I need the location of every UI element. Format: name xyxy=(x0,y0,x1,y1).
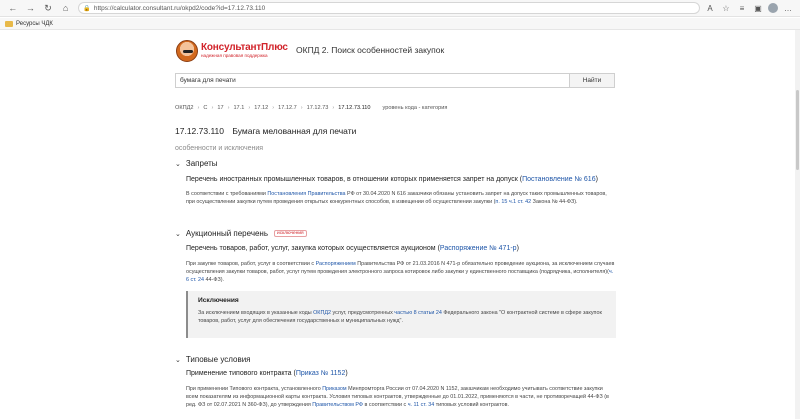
part-8-article-24-link[interactable]: частью 8 статьи 24 xyxy=(394,310,442,316)
code-number: 17.12.73.110 xyxy=(175,126,224,136)
bans-subtitle: Перечень иностранных промышленных товаро… xyxy=(186,176,598,183)
features-heading: особенности и исключения xyxy=(175,145,264,152)
code-heading: 17.12.73.110 Бумага мелованная для печат… xyxy=(175,126,356,136)
lock-icon: 🔒 xyxy=(83,5,91,12)
auction-subtitle: Перечень товаров, работ, услуг, закупка … xyxy=(186,245,519,252)
more-icon[interactable]: … xyxy=(782,2,794,14)
article-42-link[interactable]: п. 15 ч.1 ст. 42 xyxy=(495,199,531,205)
url-text: https://calculator.consultant.ru/okpd2/c… xyxy=(93,4,266,12)
home-icon[interactable]: ⌂ xyxy=(59,1,73,15)
breadcrumb-level: уровень кода - категория xyxy=(382,105,448,111)
profile-avatar[interactable] xyxy=(768,3,778,13)
exceptions-tag: исключения xyxy=(274,230,307,237)
breadcrumb-item[interactable]: 17.12 xyxy=(254,105,268,111)
article-34-link[interactable]: ч. 11 ст. 34 xyxy=(408,402,434,408)
chevron-down-icon: ⌄ xyxy=(175,356,181,364)
government-link[interactable]: Правительством РФ xyxy=(312,402,363,408)
standard-subtitle: Применение типового контракта (Приказ № … xyxy=(186,370,348,377)
bookmarks-bar: Ресурсы ЧДК xyxy=(0,18,800,30)
breadcrumb: ОКПД2 › C › 17 › 17.1 › 17.12 › 17.12.7 › 17.1… xyxy=(175,105,448,111)
page-scrollbar[interactable] xyxy=(795,30,800,419)
breadcrumb-item[interactable]: 17.12.7 xyxy=(278,105,297,111)
breadcrumb-item[interactable]: ОКПД2 xyxy=(175,105,194,111)
section-title: Типовые условия xyxy=(185,355,251,364)
section-title: Аукционный перечень xyxy=(185,229,269,238)
order-471-link[interactable]: Распоряжение № 471-р xyxy=(440,245,517,252)
government-decree-link[interactable]: Постановления Правительства xyxy=(267,191,345,197)
favorite-icon[interactable]: ☆ xyxy=(720,2,732,14)
favorites-list-icon[interactable]: ≡ xyxy=(736,2,748,14)
search-input[interactable] xyxy=(175,73,569,88)
chevron-down-icon: ⌄ xyxy=(175,160,181,168)
auction-paragraph: При закупке товаров, работ, услуг в соот… xyxy=(186,261,615,283)
bans-paragraph: В соответствии с требованиями Постановле… xyxy=(186,191,607,205)
back-icon[interactable]: ← xyxy=(6,1,20,15)
breadcrumb-current: 17.12.73.110 xyxy=(338,105,371,111)
reload-icon[interactable]: ↻ xyxy=(41,1,55,15)
browser-toolbar: ← → ↻ ⌂ 🔒 https://calculator.consultant.… xyxy=(0,0,800,17)
collections-icon[interactable]: ▣ xyxy=(752,2,764,14)
order-1152-link[interactable]: Приказ № 1152 xyxy=(296,370,346,377)
breadcrumb-item[interactable]: 17.1 xyxy=(233,105,244,111)
folder-icon xyxy=(5,20,13,27)
exceptions-text: За исключением входящих в указанные коды… xyxy=(198,310,602,324)
logo-mascot-icon xyxy=(176,40,198,62)
okpd2-link[interactable]: ОКПД2 xyxy=(313,310,331,316)
bookmark-folder[interactable]: Ресурсы ЧДК xyxy=(16,21,53,27)
consultant-logo[interactable]: КонсультантПлюс надежная правовая поддер… xyxy=(176,40,288,62)
standard-paragraph: При применении Типового контракта, устан… xyxy=(186,386,609,408)
code-name: Бумага мелованная для печати xyxy=(232,126,357,136)
section-title: Запреты xyxy=(185,159,218,168)
section-standard-header[interactable]: ⌄ Типовые условия xyxy=(175,355,251,364)
section-bans-header[interactable]: ⌄ Запреты xyxy=(175,159,218,168)
read-aloud-icon[interactable]: A xyxy=(704,2,716,14)
page-title: ОКПД 2. Поиск особенностей закупок xyxy=(296,45,445,55)
section-auction-header[interactable]: ⌄ Аукционный перечень исключения xyxy=(175,229,307,238)
breadcrumb-item[interactable]: 17 xyxy=(217,105,223,111)
forward-icon[interactable]: → xyxy=(24,1,38,15)
search-button[interactable]: Найти xyxy=(569,73,615,88)
order-link[interactable]: Распоряжением xyxy=(316,261,356,267)
logo-title: КонсультантПлюс xyxy=(201,42,288,53)
order-link[interactable]: Приказом xyxy=(322,386,346,392)
chevron-down-icon: ⌄ xyxy=(175,230,181,238)
decree-616-link[interactable]: Постановление № 616 xyxy=(522,176,596,183)
search-bar: Найти xyxy=(175,73,615,88)
address-bar[interactable]: 🔒 https://calculator.consultant.ru/okpd2… xyxy=(78,2,700,14)
scrollbar-thumb[interactable] xyxy=(796,90,799,170)
exceptions-box: Исключения За исключением входящих в ука… xyxy=(186,291,616,338)
breadcrumb-item[interactable]: 17.12.73 xyxy=(307,105,329,111)
breadcrumb-item[interactable]: C xyxy=(203,105,207,111)
exceptions-title: Исключения xyxy=(198,297,239,304)
logo-subtitle: надежная правовая поддержка xyxy=(201,53,268,58)
